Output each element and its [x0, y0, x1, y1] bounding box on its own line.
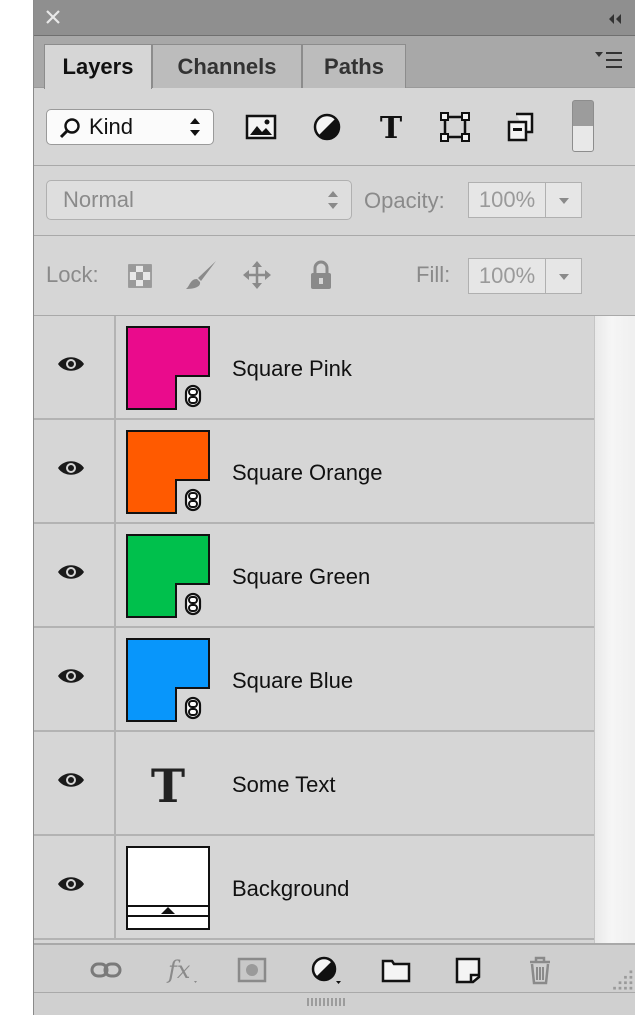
up-down-arrows-icon — [328, 191, 338, 209]
visibility-toggle[interactable] — [34, 524, 116, 628]
layer-thumbnail — [126, 430, 210, 514]
tab-paths[interactable]: Paths — [302, 44, 406, 88]
panel-menu-icon[interactable] — [594, 50, 624, 70]
layer-name: Square Blue — [232, 668, 354, 693]
grip-lines-icon — [307, 998, 345, 1006]
layer-row-square-orange[interactable]: Square Orange — [34, 420, 594, 524]
layer-name: Some Text — [232, 772, 336, 797]
smart-object-filter-icon[interactable] — [504, 110, 538, 144]
layer-row-some-text[interactable]: T Some Text — [34, 732, 594, 836]
type-filter-icon[interactable]: T — [374, 110, 408, 146]
new-layer-icon[interactable] — [452, 955, 484, 985]
visibility-toggle[interactable] — [34, 420, 116, 524]
layer-list: Square Pink Square Orange Square Green S… — [34, 316, 635, 943]
opacity-field[interactable]: 100% — [468, 182, 546, 218]
opacity-label: Opacity: — [364, 188, 445, 213]
filter-row: Kind T — [34, 88, 635, 166]
up-down-arrows-icon — [190, 118, 200, 136]
layer-row-background[interactable]: Background — [34, 836, 594, 940]
panel-resize-bar[interactable] — [34, 993, 635, 1015]
smart-object-badge-icon — [184, 488, 202, 512]
layer-name: Square Green — [232, 564, 371, 589]
fill-dropdown-button[interactable] — [546, 258, 582, 294]
layer-thumbnail — [126, 846, 210, 930]
fill-field[interactable]: 100% — [468, 258, 546, 294]
link-icon[interactable] — [90, 955, 122, 985]
layer-name: Square Pink — [232, 356, 352, 381]
search-icon — [59, 118, 80, 139]
layer-name: Square Orange — [232, 460, 383, 485]
eye-icon — [58, 669, 84, 683]
adjustment-filter-icon[interactable] — [310, 110, 344, 144]
tab-layers[interactable]: Layers — [44, 44, 152, 89]
layer-name: Background — [232, 876, 350, 901]
eye-icon — [58, 877, 84, 891]
trash-icon[interactable] — [524, 955, 556, 985]
layer-row-square-pink[interactable]: Square Pink — [34, 316, 594, 420]
blend-row: Normal Opacity: 100% — [34, 166, 635, 236]
blend-mode-value: Normal — [63, 187, 134, 212]
chevron-down-icon — [559, 274, 569, 280]
smart-object-badge-icon — [184, 384, 202, 408]
visibility-toggle[interactable] — [34, 836, 116, 940]
double-chevron-icon[interactable] — [606, 12, 624, 24]
lock-transparent-icon[interactable] — [124, 258, 158, 292]
scrollbar[interactable] — [594, 316, 635, 943]
mask-icon[interactable] — [236, 955, 268, 985]
lock-image-icon[interactable] — [184, 258, 218, 292]
fill-label: Fill: — [416, 262, 451, 287]
lock-all-icon[interactable] — [304, 258, 338, 292]
blend-mode-select[interactable]: Normal — [46, 180, 352, 220]
visibility-toggle[interactable] — [34, 628, 116, 732]
layer-actions-bar: fx — [34, 943, 635, 993]
eye-icon — [58, 357, 84, 371]
panel-title-bar — [34, 0, 635, 36]
visibility-toggle[interactable] — [34, 732, 116, 836]
lock-row: Lock: Fill: 100% — [34, 236, 635, 316]
eye-icon — [58, 565, 84, 579]
lock-position-icon[interactable] — [240, 258, 274, 292]
type-glyph: T — [151, 759, 185, 813]
chevron-down-icon — [559, 198, 569, 204]
layer-thumbnail — [126, 326, 210, 410]
layer-thumbnail — [126, 638, 210, 722]
layer-row-square-green[interactable]: Square Green — [34, 524, 594, 628]
layer-thumbnail — [126, 534, 210, 618]
tab-bar: Layers Channels Paths — [34, 36, 635, 89]
fx-icon[interactable]: fx — [166, 955, 198, 985]
layer-row-square-blue[interactable]: Square Blue — [34, 628, 594, 732]
pixel-filter-icon[interactable] — [244, 110, 278, 144]
type-layer-icon: T — [126, 742, 210, 826]
eye-icon — [58, 461, 84, 475]
smart-object-badge-icon — [184, 592, 202, 616]
shape-filter-icon[interactable] — [438, 110, 472, 144]
close-icon[interactable] — [44, 8, 62, 26]
visibility-toggle[interactable] — [34, 316, 116, 420]
kind-label: Kind — [89, 114, 134, 139]
filter-toggle-switch[interactable] — [572, 100, 594, 152]
smart-object-badge-icon — [184, 696, 202, 720]
opacity-dropdown-button[interactable] — [546, 182, 582, 218]
resize-grip-icon[interactable] — [604, 965, 633, 990]
svg-text:fx: fx — [166, 956, 191, 984]
adjustment-icon[interactable] — [310, 955, 342, 985]
layers-panel: Layers Channels Paths Kind T Normal Opac… — [33, 0, 635, 1015]
svg-text:T: T — [380, 111, 403, 144]
kind-filter-select[interactable]: Kind — [46, 109, 214, 145]
tab-channels[interactable]: Channels — [152, 44, 302, 88]
eye-icon — [58, 773, 84, 787]
folder-icon[interactable] — [380, 955, 412, 985]
lock-label: Lock: — [46, 262, 99, 287]
